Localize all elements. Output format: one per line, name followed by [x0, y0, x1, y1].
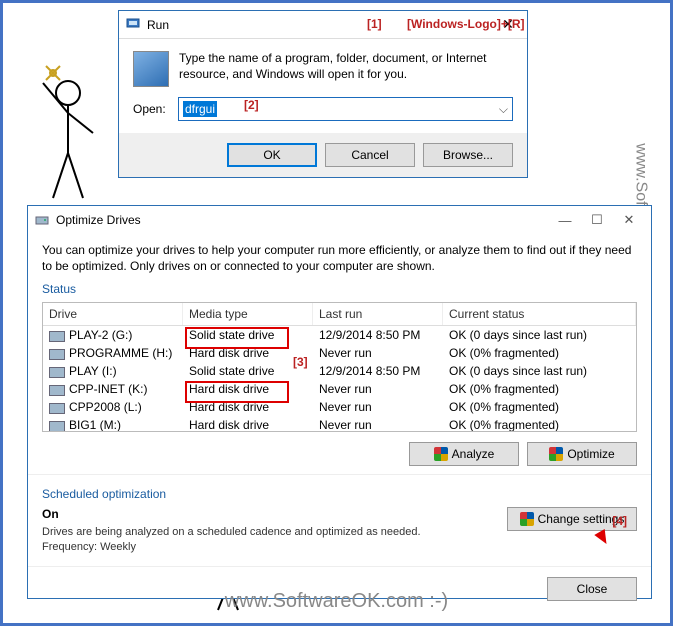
- cell-last: Never run: [313, 398, 443, 416]
- run-title-text: Run: [147, 18, 169, 32]
- ok-button[interactable]: OK: [227, 143, 317, 167]
- table-row[interactable]: CPP2008 (L:)Hard disk driveNever runOK (…: [43, 398, 636, 416]
- status-section-label: Status: [28, 278, 651, 298]
- optimize-titlebar: Optimize Drives — ☐ ✕: [28, 206, 651, 234]
- cell-status: OK (0 days since last run): [443, 326, 636, 344]
- cell-last: Never run: [313, 344, 443, 362]
- optimize-button[interactable]: Optimize: [527, 442, 637, 466]
- drive-list-header: Drive Media type Last run Current status: [43, 303, 636, 326]
- col-media[interactable]: Media type: [183, 303, 313, 325]
- col-last[interactable]: Last run: [313, 303, 443, 325]
- annotation-3: [3]: [293, 355, 308, 369]
- open-combobox[interactable]: dfrgui [2] ⌵: [178, 97, 513, 121]
- cell-drive: BIG1 (M:): [43, 416, 183, 432]
- scheduled-on: On: [42, 507, 507, 521]
- col-drive[interactable]: Drive: [43, 303, 183, 325]
- cell-drive: PLAY (I:): [43, 362, 183, 380]
- red-highlight-2: [187, 383, 287, 401]
- cell-status: OK (0% fragmented): [443, 416, 636, 432]
- close-button[interactable]: Close: [547, 577, 637, 601]
- drive-icon: [49, 349, 65, 360]
- cell-drive: PROGRAMME (H:): [43, 344, 183, 362]
- cell-status: OK (0% fragmented): [443, 344, 636, 362]
- run-description: Type the name of a program, folder, docu…: [179, 51, 513, 87]
- cell-last: 12/9/2014 8:50 PM: [313, 362, 443, 380]
- run-dialog: Run ✕ [1] [Windows-Logo]+[R] Type the na…: [118, 10, 528, 178]
- cell-status: OK (0 days since last run): [443, 362, 636, 380]
- optimize-icon: [34, 211, 50, 230]
- cell-last: 12/9/2014 8:50 PM: [313, 326, 443, 344]
- table-row[interactable]: PROGRAMME (H:)Hard disk driveNever runOK…: [43, 344, 636, 362]
- scheduled-section-label: Scheduled optimization: [28, 474, 651, 503]
- annotation-2: [2]: [244, 98, 259, 112]
- drive-icon: [49, 331, 65, 342]
- run-icon: [125, 15, 141, 34]
- minimize-icon[interactable]: —: [549, 213, 581, 228]
- cell-drive: PLAY-2 (G:): [43, 326, 183, 344]
- browse-button[interactable]: Browse...: [423, 143, 513, 167]
- table-row[interactable]: BIG1 (M:)Hard disk driveNever runOK (0% …: [43, 416, 636, 432]
- scheduled-text2: Frequency: Weekly: [42, 540, 507, 554]
- col-status[interactable]: Current status: [443, 303, 636, 325]
- analyze-button[interactable]: Analyze: [409, 442, 519, 466]
- drive-icon: [49, 421, 65, 432]
- cell-status: OK (0% fragmented): [443, 398, 636, 416]
- cell-last: Never run: [313, 380, 443, 398]
- drive-icon: [49, 385, 65, 396]
- optimize-title-text: Optimize Drives: [56, 213, 141, 227]
- stick-figure-1: [33, 63, 103, 203]
- maximize-icon[interactable]: ☐: [581, 212, 613, 228]
- drive-list[interactable]: Drive Media type Last run Current status…: [42, 302, 637, 432]
- open-label: Open:: [133, 102, 168, 116]
- cell-media: Hard disk drive: [183, 416, 313, 432]
- drive-icon: [49, 367, 65, 378]
- cell-status: OK (0% fragmented): [443, 380, 636, 398]
- shield-icon: [520, 512, 534, 526]
- run-big-icon: [133, 51, 169, 87]
- shield-icon: [549, 447, 563, 461]
- optimize-description: You can optimize your drives to help you…: [28, 234, 651, 278]
- annotation-1b: [Windows-Logo]+[R]: [407, 17, 525, 31]
- scheduled-text1: Drives are being analyzed on a scheduled…: [42, 525, 507, 539]
- open-input-value: dfrgui: [183, 101, 217, 117]
- close-icon[interactable]: ✕: [613, 212, 645, 228]
- cell-last: Never run: [313, 416, 443, 432]
- cell-drive: CPP2008 (L:): [43, 398, 183, 416]
- annotation-4: [4]: [612, 514, 627, 528]
- chevron-down-icon[interactable]: ⌵: [499, 102, 508, 117]
- optimize-drives-window: Optimize Drives — ☐ ✕ You can optimize y…: [27, 205, 652, 599]
- cell-drive: CPP-INET (K:): [43, 380, 183, 398]
- table-row[interactable]: PLAY (I:)Solid state drive12/9/2014 8:50…: [43, 362, 636, 380]
- red-highlight-1: [187, 329, 287, 347]
- cancel-button[interactable]: Cancel: [325, 143, 415, 167]
- drive-icon: [49, 403, 65, 414]
- table-row[interactable]: PLAY-2 (G:)Solid state drive12/9/2014 8:…: [43, 326, 636, 344]
- annotation-1: [1]: [367, 17, 382, 31]
- table-row[interactable]: CPP-INET (K:)Hard disk driveNever runOK …: [43, 380, 636, 398]
- shield-icon: [434, 447, 448, 461]
